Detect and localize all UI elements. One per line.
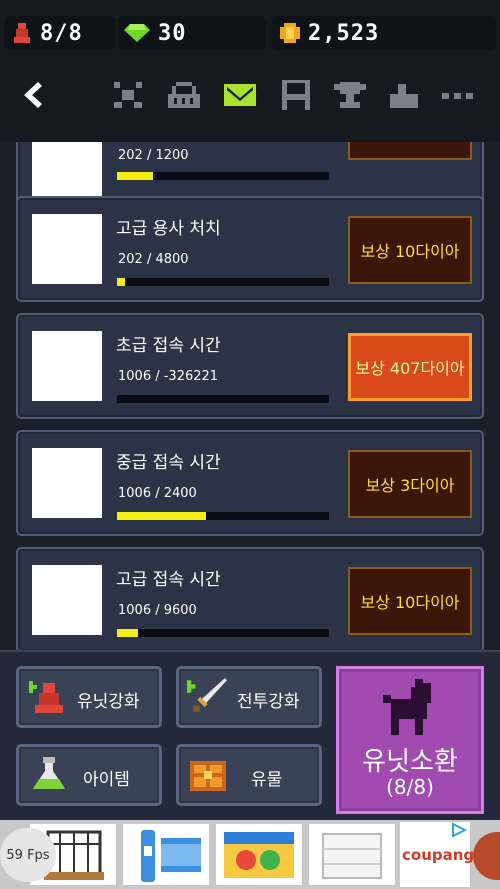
reward-button[interactable]: 보상 3다이아 — [348, 450, 472, 518]
mission-progress-fill — [117, 278, 126, 286]
item-button[interactable]: 아이템 — [16, 744, 162, 806]
reward-button[interactable]: 보상 10다이아 — [348, 567, 472, 635]
trophy-icon[interactable] — [332, 78, 368, 112]
gems-count: 30 — [158, 20, 187, 46]
mission-thumbnail — [32, 448, 102, 518]
unit-upgrade-button[interactable]: 유닛강화 — [16, 666, 162, 728]
cabinet-image-icon — [322, 833, 382, 879]
ad-coupang-logo[interactable]: coupang — [400, 822, 474, 887]
item-label: 아이템 — [83, 770, 130, 790]
relic-label: 유물 — [251, 770, 283, 790]
shop-basket-icon[interactable] — [166, 78, 202, 112]
unit-summon-label: 유닛소환 — [362, 747, 458, 777]
mission-progress-bar — [117, 512, 329, 520]
potion-icon — [33, 757, 65, 789]
back-arrow-icon[interactable] — [16, 78, 52, 112]
units-count: 8/8 — [40, 20, 83, 46]
relic-button[interactable]: 유물 — [176, 744, 322, 806]
unit-summon-button[interactable]: 유닛소환 (8/8) — [336, 666, 484, 814]
save-icon[interactable] — [278, 78, 314, 112]
treasure-chest-icon — [190, 761, 226, 791]
ad-choices-icon[interactable] — [450, 822, 468, 838]
mission-card: 중급 접속 시간 1006 / 2400 보상 3다이아 — [16, 430, 484, 536]
mail-icon[interactable] — [222, 78, 258, 112]
mission-title: 초급 접속 시간 — [116, 336, 221, 356]
fps-counter: 59 Fps — [0, 828, 56, 882]
mission-title: 고급 용사 처치 — [116, 219, 221, 239]
top-bar: 8/8 30 2,523 — [0, 0, 500, 142]
mission-progress-text: 1006 / 2400 — [118, 486, 197, 501]
mission-progress-text: 202 / 1200 — [118, 148, 189, 163]
gold-count: 2,523 — [308, 20, 380, 46]
ad-product-toy[interactable] — [216, 824, 302, 885]
mission-thumbnail — [32, 331, 102, 401]
toy-box-image-icon — [224, 832, 294, 878]
profile-icon[interactable] — [386, 78, 422, 112]
reward-button-active[interactable]: 보상 407다이아 — [348, 333, 472, 401]
mission-progress-text: 1006 / -326221 — [118, 369, 219, 384]
reward-button[interactable] — [348, 142, 472, 160]
mission-progress-fill — [117, 172, 154, 180]
units-counter: 8/8 — [4, 16, 116, 50]
reward-button[interactable]: 보상 10다이아 — [348, 216, 472, 284]
more-icon[interactable] — [440, 78, 476, 112]
mission-thumbnail — [32, 214, 102, 284]
battle-upgrade-button[interactable]: 전투강화 — [176, 666, 322, 728]
mission-progress-bar — [117, 172, 329, 180]
gem-icon — [124, 24, 150, 42]
mission-list[interactable]: 202 / 1200 고급 용사 처치 202 / 4800 보상 10다이아 … — [16, 142, 484, 650]
mission-progress-text: 1006 / 9600 — [118, 603, 197, 618]
nav-tabs — [0, 72, 500, 118]
coin-icon — [280, 23, 300, 43]
ad-product-cabinet[interactable] — [309, 824, 395, 885]
mission-card: 고급 용사 처치 202 / 4800 보상 10다이아 — [16, 196, 484, 302]
coupang-brand-text: coupang — [402, 846, 475, 864]
sword-icon — [187, 678, 227, 712]
unit-upgrade-icon — [29, 681, 63, 713]
mission-progress-bar — [117, 395, 329, 403]
mission-card: 초급 접속 시간 1006 / -326221 보상 407다이아 — [16, 313, 484, 419]
unit-summon-count: (8/8) — [386, 775, 434, 799]
mission-thumbnail — [32, 142, 102, 204]
mission-title: 중급 접속 시간 — [116, 453, 221, 473]
crossed-swords-icon[interactable] — [110, 78, 146, 112]
gold-counter: 2,523 — [272, 16, 496, 50]
mission-progress-bar — [117, 629, 329, 637]
creature-icon — [383, 679, 431, 735]
unit-upgrade-label: 유닛강화 — [77, 692, 140, 712]
ad-product-water[interactable] — [123, 824, 209, 885]
mission-progress-bar — [117, 278, 329, 286]
mission-progress-text: 202 / 4800 — [118, 252, 189, 267]
water-bottles-image-icon — [141, 830, 201, 882]
mission-card: 고급 접속 시간 1006 / 9600 보상 10다이아 — [16, 547, 484, 650]
battle-upgrade-label: 전투강화 — [237, 692, 300, 712]
gems-counter: 30 — [118, 16, 266, 50]
mission-progress-fill — [117, 512, 207, 520]
bottom-action-panel: 유닛강화 전투강화 아이템 유물 유닛소환 (8/8) — [0, 650, 500, 822]
mission-progress-fill — [117, 629, 139, 637]
mission-thumbnail — [32, 565, 102, 635]
unit-icon — [14, 23, 30, 43]
mission-title: 고급 접속 시간 — [116, 570, 221, 590]
